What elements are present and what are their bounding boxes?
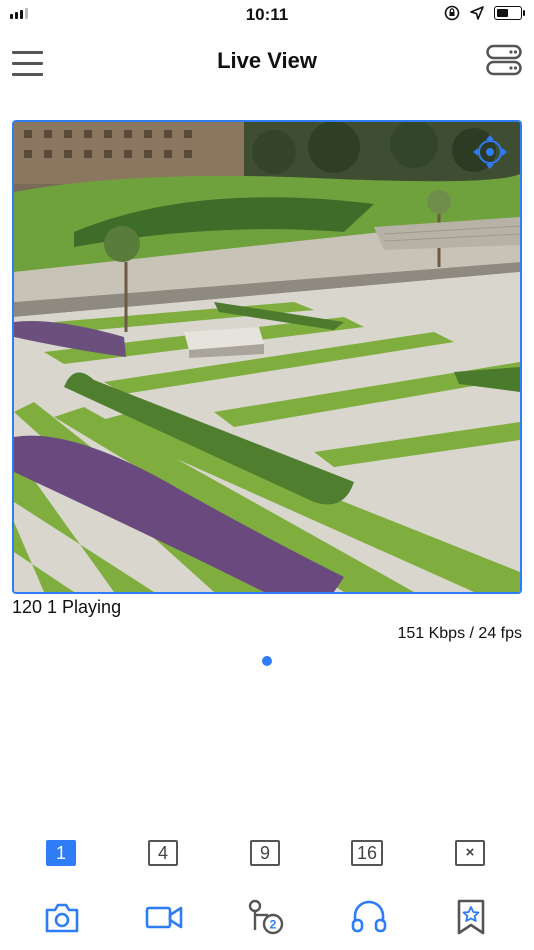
page-indicator-dot (262, 656, 272, 666)
playback-icon[interactable]: 2 (246, 898, 286, 936)
layout-selector: 1 4 9 16 × (0, 840, 534, 872)
app-header: Live View (0, 40, 534, 84)
camera-status-label: 120 1 Playing (12, 597, 122, 617)
location-icon (470, 6, 484, 20)
ptz-control-icon[interactable] (472, 134, 508, 170)
layout-4-button[interactable]: 4 (148, 840, 178, 866)
page-title: Live View (217, 48, 317, 73)
record-icon[interactable] (144, 898, 184, 936)
audio-icon[interactable] (349, 898, 389, 936)
favorite-icon[interactable] (451, 898, 491, 936)
battery-icon (494, 6, 525, 20)
status-bar: 10:11 (0, 0, 534, 30)
bottom-toolbar: 2 (0, 898, 534, 938)
close-stream-button[interactable]: × (455, 840, 485, 866)
playback-badge: 2 (270, 918, 277, 932)
snapshot-icon[interactable] (42, 898, 82, 936)
video-tile[interactable] (12, 120, 522, 594)
layout-9-button[interactable]: 9 (250, 840, 280, 866)
rotation-lock-icon (444, 5, 460, 21)
stream-stats: 151 Kbps / 24 fps (397, 625, 522, 642)
layout-16-button[interactable]: 16 (351, 840, 383, 866)
device-list-icon[interactable] (486, 44, 522, 76)
layout-1-button[interactable]: 1 (46, 840, 76, 866)
camera-feed-image (14, 122, 520, 592)
